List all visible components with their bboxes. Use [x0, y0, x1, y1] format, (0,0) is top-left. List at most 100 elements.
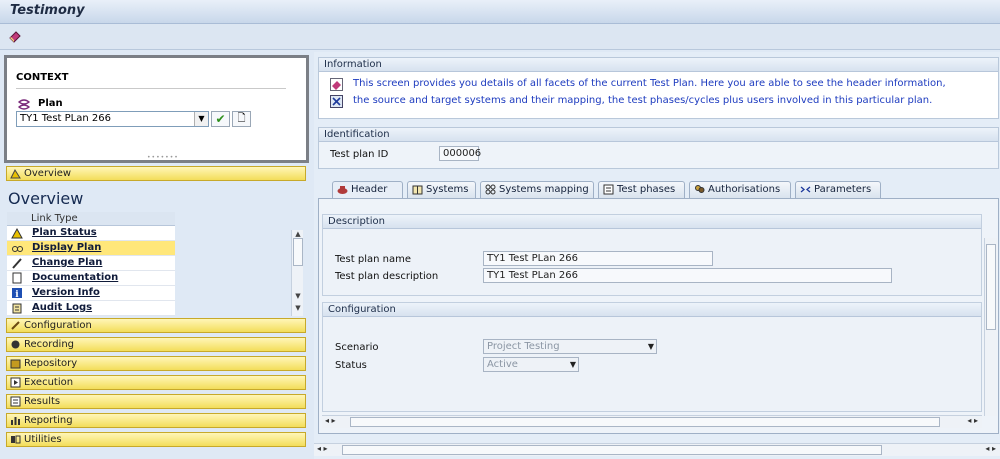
scenario-value: Project Testing [487, 341, 560, 352]
scroll-right-icon[interactable]: ◂ ▸ [985, 444, 996, 453]
test-plan-id-field[interactable]: 000006 [439, 146, 482, 161]
link-display-plan[interactable]: Display Plan [7, 241, 175, 256]
tab-parameters[interactable]: Parameters [795, 181, 881, 198]
scroll-right-icon[interactable]: ◂ ▸ [967, 416, 978, 425]
tab-label: Authorisations [708, 184, 781, 195]
nav-bar-execution[interactable]: Execution [6, 375, 306, 390]
tab-test-phases[interactable]: Test phases [598, 181, 685, 198]
scroll-left-icon[interactable]: ◂ ▸ [317, 444, 328, 453]
test-plan-description-field[interactable]: TY1 Test PLan 266 [483, 268, 892, 283]
nav-bar-label: Execution [24, 377, 74, 388]
link-change-plan[interactable]: Change Plan [7, 256, 175, 271]
tab-authorisations[interactable]: Authorisations [689, 181, 791, 198]
scroll-thumb[interactable] [986, 244, 996, 330]
chevron-down-icon[interactable]: ▼ [648, 340, 654, 353]
scroll-left-icon[interactable]: ◂ ▸ [325, 416, 336, 425]
list-icon [603, 184, 614, 195]
link-type-header: Link Type [7, 212, 175, 226]
pencil-icon [12, 258, 22, 269]
link-table-scrollbar[interactable]: ▲ ▼ ▼ [291, 230, 303, 316]
nav-bar-overview[interactable]: Overview [6, 166, 306, 181]
link-documentation[interactable]: Documentation [7, 271, 175, 286]
test-plan-name-value: TY1 Test PLan 266 [487, 253, 578, 264]
scroll-thumb[interactable] [342, 445, 882, 455]
link-label: Change Plan [32, 257, 103, 268]
tab-systems[interactable]: Systems [407, 181, 476, 198]
scroll-down-icon[interactable]: ▼ [292, 304, 304, 312]
nav-bar-label: Utilities [24, 434, 62, 445]
link-label: Plan Status [32, 227, 97, 238]
scroll-up-icon[interactable]: ▲ [292, 230, 304, 238]
context-box: CONTEXT Plan TY1 Test PLan 266 ▼ ✔ 🗋 •••… [4, 55, 309, 163]
test-plan-name-field[interactable]: TY1 Test PLan 266 [483, 251, 713, 266]
scenario-label: Scenario [335, 342, 379, 353]
page-horizontal-scrollbar[interactable]: ◂ ▸ ◂ ▸ [314, 443, 1000, 456]
nav-bar-results[interactable]: Results [6, 394, 306, 409]
context-title: CONTEXT [16, 72, 69, 83]
overview-icon [10, 168, 21, 179]
description-title: Description [323, 215, 981, 229]
tab-label: Header [351, 184, 388, 195]
nav-bar-repository[interactable]: Repository [6, 356, 306, 371]
link-plan-status[interactable]: Plan Status [7, 226, 175, 241]
chevron-down-icon[interactable]: ▼ [194, 112, 208, 126]
link-table: Link Type Plan Status Display Plan Chang… [7, 212, 175, 316]
repository-icon [10, 359, 21, 369]
identification-title: Identification [319, 128, 998, 142]
nav-bar-utilities[interactable]: Utilities [6, 432, 306, 447]
nav-bar-label: Results [24, 396, 61, 407]
wrench-icon [11, 321, 20, 330]
information-box: Information This screen provides you det… [318, 57, 999, 119]
content-horizontal-scrollbar[interactable]: ◂ ▸ ◂ ▸ [322, 415, 982, 428]
nav-bar-label: Configuration [24, 320, 92, 331]
description-box: Description Test plan name TY1 Test PLan… [322, 214, 982, 296]
chevron-down-icon[interactable]: ▼ [570, 358, 576, 371]
resize-grip[interactable]: ••••••• [147, 154, 179, 161]
nav-bar-label: Repository [24, 358, 78, 369]
confirm-button[interactable]: ✔ [211, 111, 230, 127]
nav-bar-label: Reporting [24, 415, 73, 426]
glasses-icon [12, 246, 23, 252]
parameters-icon [800, 186, 811, 193]
configuration-title: Configuration [323, 303, 981, 317]
status-value: Active [487, 359, 518, 370]
link-audit-logs[interactable]: Audit Logs [7, 301, 175, 316]
link-label: Documentation [32, 272, 119, 283]
tab-header[interactable]: Header [332, 181, 403, 198]
book-icon[interactable] [8, 29, 22, 43]
link-label: Version Info [32, 287, 100, 298]
test-plan-name-label: Test plan name [335, 254, 412, 265]
nav-bar-recording[interactable]: Recording [6, 337, 306, 352]
identification-box: Identification Test plan ID 000006 [318, 127, 999, 169]
test-plan-id-value: 000006 [443, 148, 482, 159]
nav-bar-label: Recording [24, 339, 75, 350]
scroll-down-icon[interactable]: ▼ [292, 292, 304, 300]
configuration-box: Configuration Scenario Project Testing ▼… [322, 302, 982, 412]
link-label: Audit Logs [32, 302, 93, 313]
nav-bar-reporting[interactable]: Reporting [6, 413, 306, 428]
scenario-select[interactable]: Project Testing ▼ [483, 339, 657, 354]
tab-label: Systems [426, 184, 469, 195]
window-title: Testimony [10, 3, 85, 18]
close-icon[interactable] [330, 95, 343, 108]
link-version-info[interactable]: i Version Info [7, 286, 175, 301]
results-icon [10, 396, 21, 407]
information-title: Information [319, 58, 998, 72]
document-icon [12, 272, 22, 284]
recording-icon [11, 340, 20, 349]
svg-text:i: i [15, 290, 19, 299]
tab-strip: Header Systems Systems mapping Test phas… [318, 181, 999, 198]
new-document-button[interactable]: 🗋 [232, 111, 251, 127]
execution-icon [10, 377, 21, 388]
scroll-thumb[interactable] [293, 238, 303, 266]
tab-systems-mapping[interactable]: Systems mapping [480, 181, 594, 198]
test-plan-id-label: Test plan ID [330, 149, 389, 160]
plan-icon [17, 99, 31, 110]
plan-select[interactable]: TY1 Test PLan 266 ▼ [16, 111, 209, 127]
content-vertical-scrollbar[interactable] [984, 238, 997, 416]
scroll-thumb[interactable] [350, 417, 940, 427]
nav-bar-configuration[interactable]: Configuration [6, 318, 306, 333]
status-select[interactable]: Active ▼ [483, 357, 579, 372]
information-line-2: the source and target systems and their … [353, 95, 933, 106]
toolbar [0, 24, 1000, 50]
